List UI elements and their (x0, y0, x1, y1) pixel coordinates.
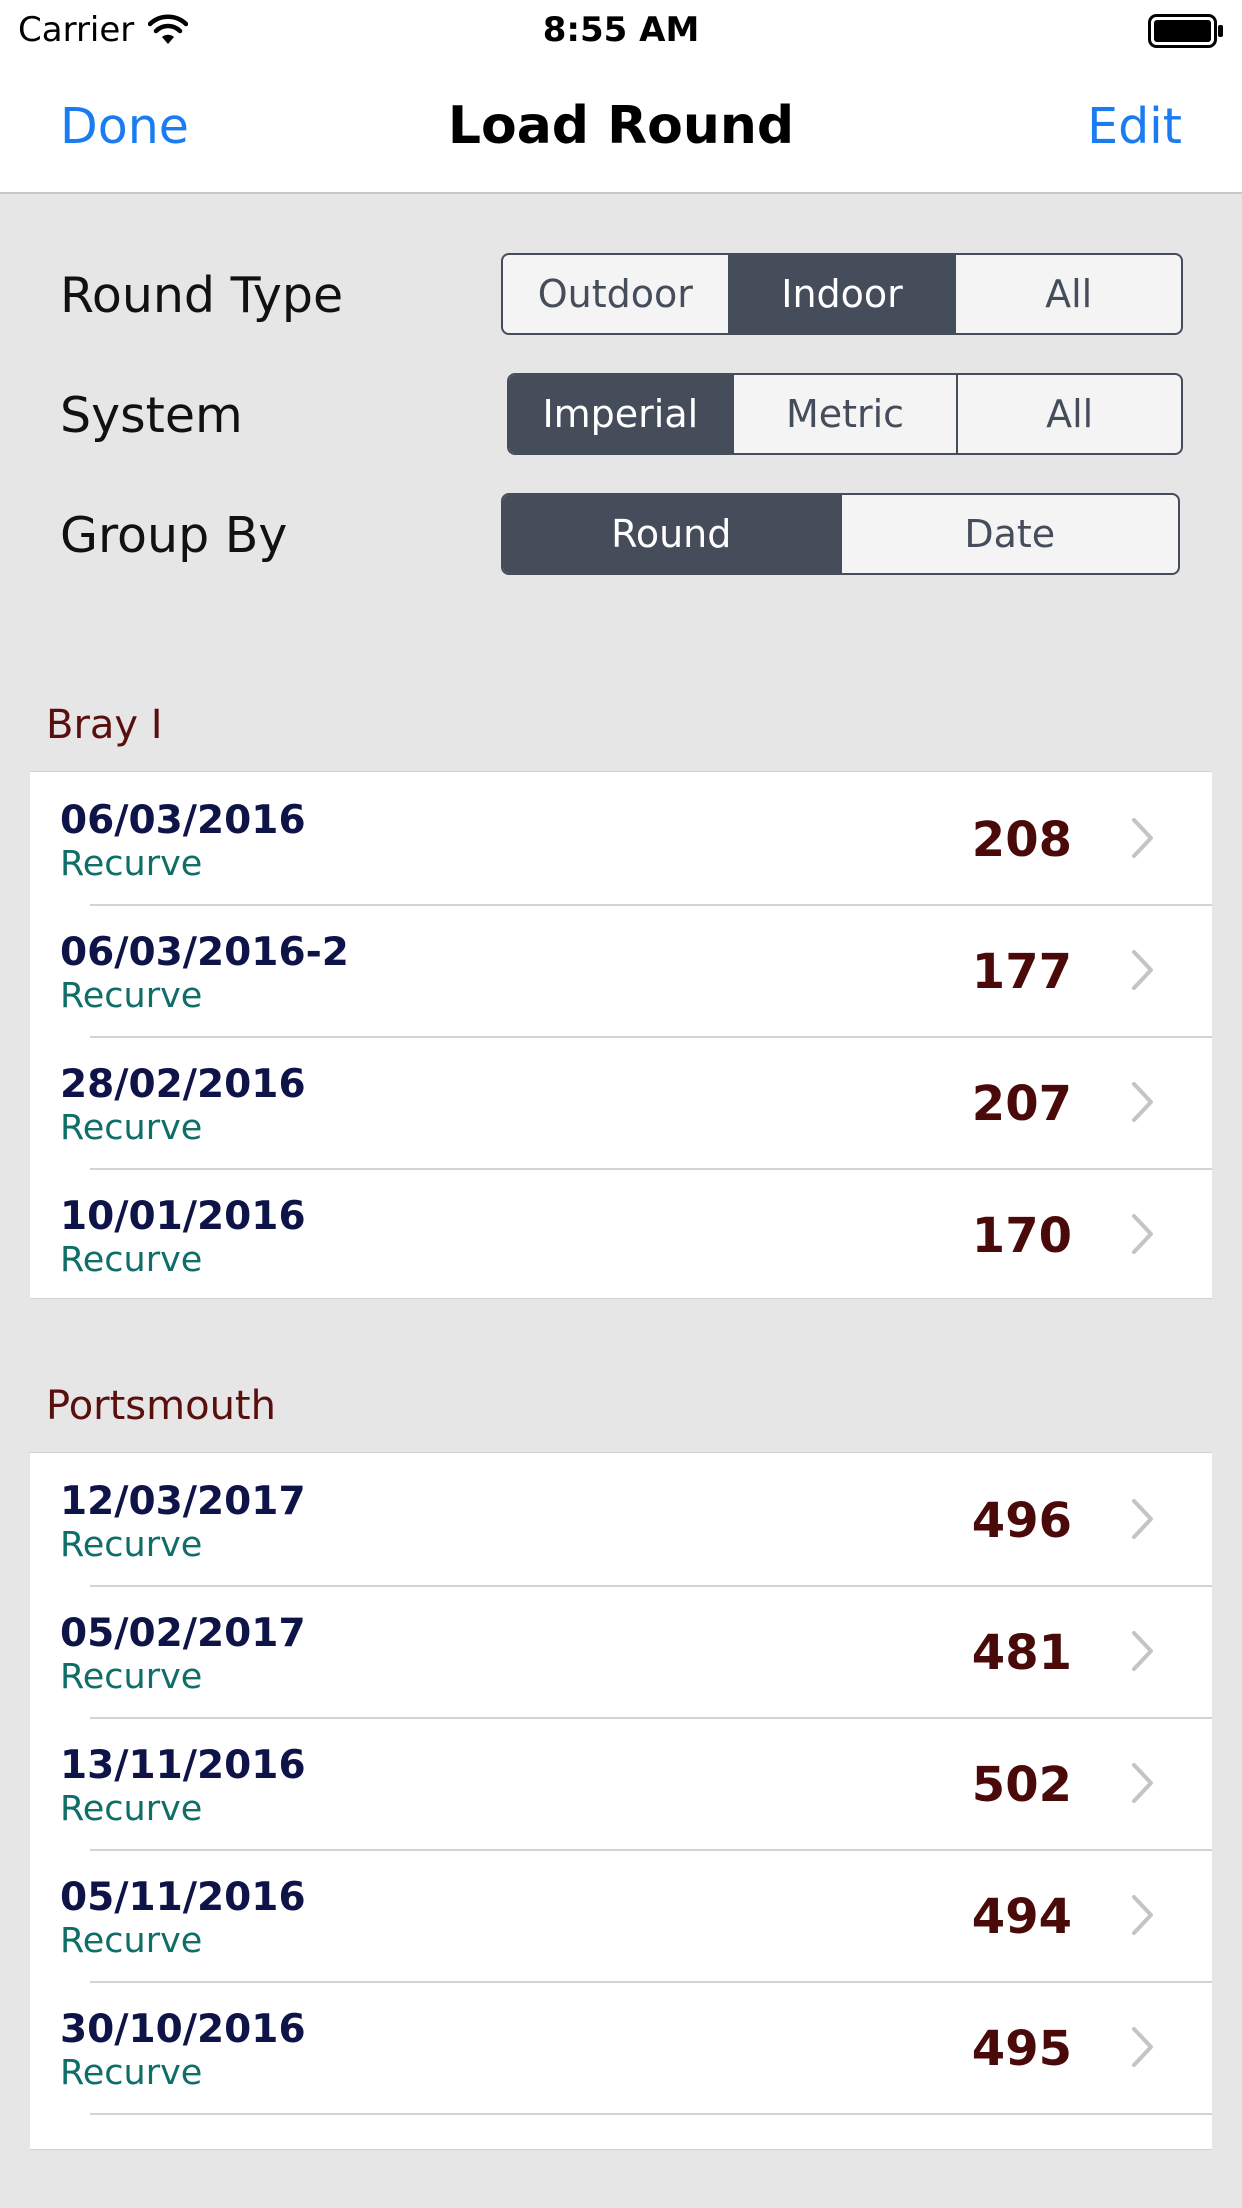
status-bar: Carrier 8:55 AM (0, 0, 1242, 62)
table-row[interactable]: 13/11/2016 Recurve 502 (30, 1717, 1212, 1849)
section-header-portsmouth: Portsmouth (46, 1383, 276, 1429)
round-score: 495 (971, 2021, 1072, 2077)
bow-type: Recurve (60, 1921, 203, 1961)
chevron-right-icon (1132, 1214, 1153, 1254)
bow-type: Recurve (60, 1789, 203, 1829)
table-row[interactable]: 28/02/2016 Recurve 207 (30, 1036, 1212, 1168)
segment-round[interactable]: Round (503, 495, 840, 573)
chevron-right-icon (1132, 1763, 1153, 1803)
segment-all-system[interactable]: All (956, 375, 1181, 453)
round-type-label: Round Type (60, 267, 344, 324)
page-title: Load Round (447, 96, 795, 156)
round-score: 494 (971, 1889, 1072, 1945)
segment-all-round-type[interactable]: All (954, 255, 1181, 333)
bow-type: Recurve (60, 844, 203, 884)
table-row[interactable]: 30/10/2016 Recurve 495 (30, 1981, 1212, 2113)
round-type-filter: Round Type Outdoor Indoor All (0, 253, 1242, 339)
round-date: 10/01/2016 (60, 1194, 306, 1239)
bray-i-table: 06/03/2016 Recurve 208 06/03/2016-2 Recu… (30, 771, 1212, 1299)
round-score: 170 (971, 1208, 1072, 1264)
clock: 8:55 AM (542, 10, 700, 50)
bow-type: Recurve (60, 1108, 203, 1148)
bow-type: Recurve (60, 976, 203, 1016)
round-date: 13/11/2016 (60, 1743, 306, 1788)
bow-type: Recurve (60, 1657, 203, 1697)
bow-type: Recurve (60, 1240, 203, 1280)
round-score: 177 (971, 944, 1072, 1000)
chevron-right-icon (1132, 2027, 1153, 2067)
portsmouth-table: 12/03/2017 Recurve 496 05/02/2017 Recurv… (30, 1452, 1212, 2150)
group-by-label: Group By (60, 507, 288, 564)
round-date: 12/03/2017 (60, 1479, 306, 1524)
table-row[interactable]: 06/03/2016-2 Recurve 177 (30, 904, 1212, 1036)
round-date: 05/11/2016 (60, 1875, 306, 1920)
chevron-right-icon (1132, 1082, 1153, 1122)
group-by-segmented-control: Round Date (501, 493, 1180, 575)
segment-indoor[interactable]: Indoor (727, 255, 955, 333)
table-row[interactable]: 06/03/2016 Recurve 208 (30, 772, 1212, 904)
chevron-right-icon (1132, 1499, 1153, 1539)
battery-icon (1148, 14, 1223, 48)
round-date: 06/03/2016-2 (60, 930, 349, 975)
round-score: 208 (971, 812, 1072, 868)
round-date: 05/02/2017 (60, 1611, 306, 1656)
round-score: 496 (971, 1493, 1072, 1549)
segment-imperial[interactable]: Imperial (509, 375, 732, 453)
segment-metric[interactable]: Metric (731, 375, 957, 453)
system-filter: System Imperial Metric All (0, 373, 1242, 459)
round-score: 207 (971, 1076, 1072, 1132)
navigation-bar: Done Load Round Edit (0, 62, 1242, 194)
round-score: 481 (971, 1625, 1072, 1681)
group-by-filter: Group By Round Date (0, 493, 1242, 579)
table-row[interactable]: 05/02/2017 Recurve 481 (30, 1585, 1212, 1717)
table-row[interactable]: 12/03/2017 Recurve 496 (30, 1453, 1212, 1585)
table-row[interactable]: 10/01/2016 Recurve 170 (30, 1168, 1212, 1298)
system-segmented-control: Imperial Metric All (507, 373, 1183, 455)
round-score: 502 (971, 1757, 1072, 1813)
chevron-right-icon (1132, 818, 1153, 858)
segment-date[interactable]: Date (839, 495, 1179, 573)
system-label: System (60, 387, 243, 444)
round-date: 30/10/2016 (60, 2007, 306, 2052)
bow-type: Recurve (60, 1525, 203, 1565)
chevron-right-icon (1132, 1895, 1153, 1935)
edit-button[interactable]: Edit (1087, 98, 1182, 155)
chevron-right-icon (1132, 1631, 1153, 1671)
round-date: 06/03/2016 (60, 798, 306, 843)
bow-type: Recurve (60, 2053, 203, 2093)
table-row-partial[interactable] (30, 2113, 1212, 2149)
section-header-bray-i: Bray I (46, 702, 163, 748)
round-date: 28/02/2016 (60, 1062, 306, 1107)
round-type-segmented-control: Outdoor Indoor All (501, 253, 1183, 335)
chevron-right-icon (1132, 950, 1153, 990)
segment-outdoor[interactable]: Outdoor (503, 255, 728, 333)
table-row[interactable]: 05/11/2016 Recurve 494 (30, 1849, 1212, 1981)
